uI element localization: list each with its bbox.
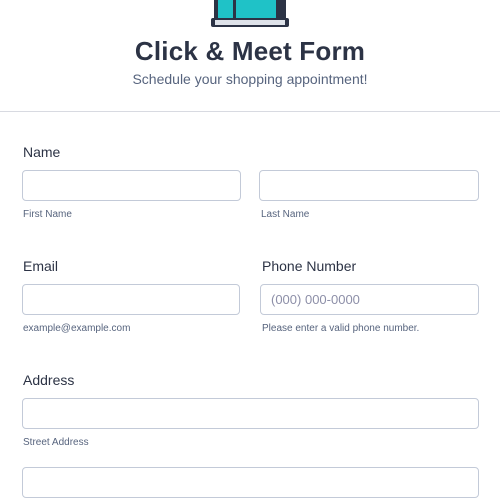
first-name-input[interactable]: [22, 170, 241, 201]
street-address-sublabel: Street Address: [23, 437, 89, 448]
storefront-icon: [211, 0, 289, 27]
last-name-sublabel: Last Name: [261, 209, 310, 220]
phone-label: Phone Number: [262, 258, 357, 274]
form-header: Click & Meet Form Schedule your shopping…: [0, 0, 500, 112]
email-sublabel: example@example.com: [23, 323, 131, 334]
form-subtitle: Schedule your shopping appointment!: [132, 71, 368, 87]
address-line-2-input[interactable]: [22, 467, 479, 498]
street-address-input[interactable]: [22, 398, 479, 429]
address-label: Address: [23, 372, 75, 388]
phone-sublabel: Please enter a valid phone number.: [262, 323, 420, 334]
phone-input[interactable]: [260, 284, 479, 315]
name-label: Name: [23, 144, 61, 160]
last-name-input[interactable]: [259, 170, 479, 201]
email-input[interactable]: [22, 284, 240, 315]
email-label: Email: [23, 258, 59, 274]
first-name-sublabel: First Name: [23, 209, 72, 220]
form-title: Click & Meet Form: [134, 36, 366, 66]
